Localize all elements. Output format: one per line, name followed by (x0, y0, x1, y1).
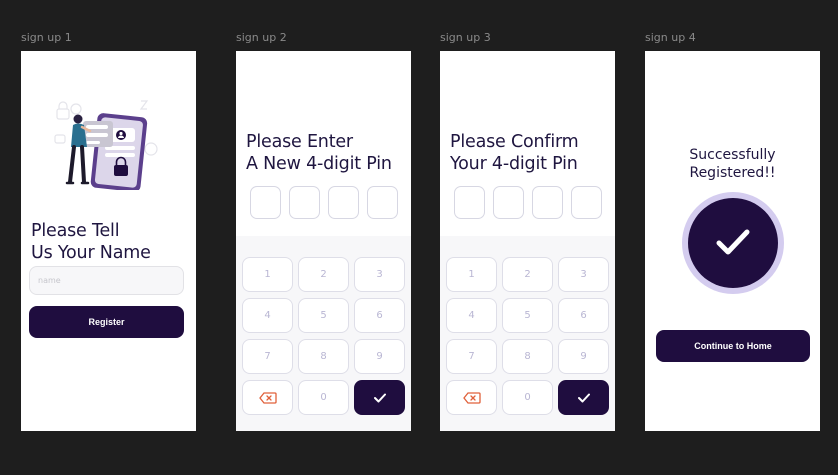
check-icon (577, 393, 590, 402)
title-line-2: A New 4-digit Pin (246, 154, 392, 174)
pin-digit-box[interactable] (532, 186, 563, 219)
keypad-key-5[interactable]: 5 (502, 298, 553, 333)
backspace-icon (258, 391, 277, 404)
keypad-key-5[interactable]: 5 (298, 298, 349, 333)
pin-digit-box[interactable] (571, 186, 602, 219)
frame-label-signup-3: sign up 3 (440, 31, 491, 44)
confirm-key[interactable] (558, 380, 609, 415)
keypad-key-4[interactable]: 4 (446, 298, 497, 333)
success-message: Successfully Registered!! (645, 146, 820, 182)
pin-input-group (250, 186, 398, 219)
keypad-key-2[interactable]: 2 (502, 257, 553, 292)
keypad-key-8[interactable]: 8 (502, 339, 553, 374)
continue-to-home-button[interactable]: Continue to Home (656, 330, 810, 362)
backspace-icon (462, 391, 481, 404)
backspace-key[interactable] (446, 380, 497, 415)
keypad-key-8[interactable]: 8 (298, 339, 349, 374)
keypad-key-2[interactable]: 2 (298, 257, 349, 292)
confirm-key[interactable] (354, 380, 405, 415)
keypad-key-4[interactable]: 4 (242, 298, 293, 333)
signup-3-screen: Please Confirm Your 4-digit Pin 1 2 3 4 … (440, 51, 615, 431)
page-title: Please Tell Us Your Name (31, 220, 151, 264)
signup-4-screen: Successfully Registered!! Continue to Ho… (645, 51, 820, 431)
title-line-1: Please Confirm (450, 132, 579, 152)
keypad-key-7[interactable]: 7 (242, 339, 293, 374)
title-line-1: Please Tell (31, 221, 120, 241)
title-line-2: Your 4-digit Pin (450, 154, 578, 174)
pin-digit-box[interactable] (493, 186, 524, 219)
frame-label-signup-2: sign up 2 (236, 31, 287, 44)
signup-2-screen: Please Enter A New 4-digit Pin 1 2 3 4 5… (236, 51, 411, 431)
pin-digit-box[interactable] (289, 186, 320, 219)
register-button[interactable]: Register (29, 306, 184, 338)
pin-digit-box[interactable] (250, 186, 281, 219)
check-icon (716, 229, 750, 255)
success-line-2: Registered!! (689, 165, 776, 181)
backspace-key[interactable] (242, 380, 293, 415)
keypad-key-7[interactable]: 7 (446, 339, 497, 374)
keypad-key-0[interactable]: 0 (502, 380, 553, 415)
numeric-keypad: 1 2 3 4 5 6 7 8 9 0 (236, 236, 411, 431)
keypad-key-3[interactable]: 3 (558, 257, 609, 292)
title-line-1: Please Enter (246, 132, 353, 152)
page-title: Please Confirm Your 4-digit Pin (450, 131, 579, 175)
keypad-key-1[interactable]: 1 (446, 257, 497, 292)
keypad-key-9[interactable]: 9 (558, 339, 609, 374)
title-line-2: Us Your Name (31, 243, 151, 263)
keypad-key-0[interactable]: 0 (298, 380, 349, 415)
pin-digit-box[interactable] (328, 186, 359, 219)
check-icon (373, 393, 386, 402)
frame-label-signup-1: sign up 1 (21, 31, 72, 44)
success-badge (682, 192, 784, 294)
success-line-1: Successfully (689, 147, 776, 163)
keypad-key-3[interactable]: 3 (354, 257, 405, 292)
pin-digit-box[interactable] (454, 186, 485, 219)
name-input[interactable] (29, 266, 184, 295)
keypad-key-1[interactable]: 1 (242, 257, 293, 292)
frame-label-signup-4: sign up 4 (645, 31, 696, 44)
phone-security-illustration (54, 100, 158, 190)
numeric-keypad: 1 2 3 4 5 6 7 8 9 0 (440, 236, 615, 431)
pin-digit-box[interactable] (367, 186, 398, 219)
keypad-key-6[interactable]: 6 (558, 298, 609, 333)
signup-1-screen: Please Tell Us Your Name Register (21, 51, 196, 431)
keypad-key-6[interactable]: 6 (354, 298, 405, 333)
page-title: Please Enter A New 4-digit Pin (246, 131, 392, 175)
pin-input-group (454, 186, 602, 219)
keypad-key-9[interactable]: 9 (354, 339, 405, 374)
